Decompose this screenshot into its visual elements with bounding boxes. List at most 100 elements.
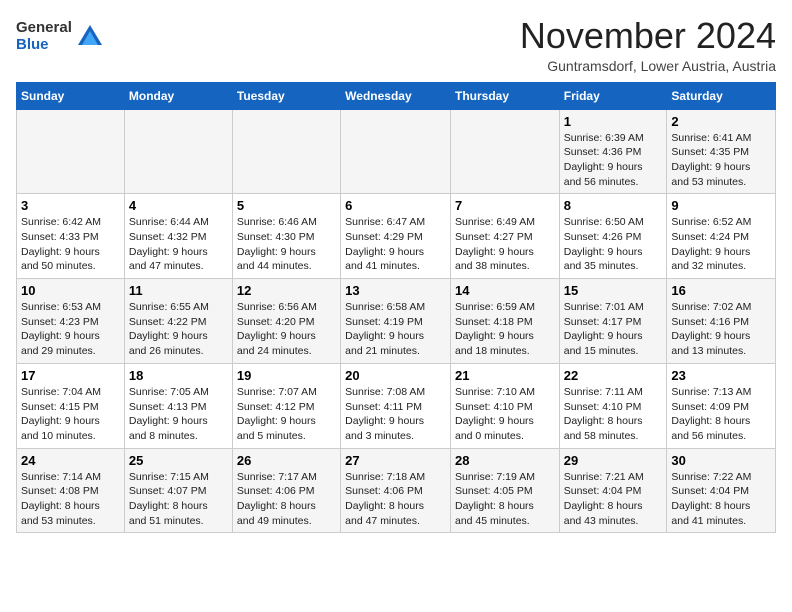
day-info: Sunrise: 7:18 AM Sunset: 4:06 PM Dayligh… (345, 470, 446, 529)
day-info: Sunrise: 7:17 AM Sunset: 4:06 PM Dayligh… (237, 470, 336, 529)
calendar-cell: 15 Sunrise: 7:01 AM Sunset: 4:17 PM Dayli… (559, 279, 667, 364)
day-number: 6 (345, 198, 446, 213)
calendar-cell: 1Sunrise: 6:39 AM Sunset: 4:36 PM Daylig… (559, 109, 667, 194)
logo-blue: Blue (16, 37, 72, 54)
calendar-cell: 14 Sunrise: 6:59 AM Sunset: 4:18 PM Dayli… (450, 279, 559, 364)
logo-icon (76, 23, 104, 51)
day-info: Sunrise: 7:19 AM Sunset: 4:05 PM Dayligh… (455, 470, 555, 529)
calendar-cell: 6 Sunrise: 6:47 AM Sunset: 4:29 PM Daylig… (341, 194, 451, 279)
calendar-cell: 2 Sunrise: 6:41 AM Sunset: 4:35 PM Daylig… (667, 109, 776, 194)
day-number: 22 (564, 368, 663, 383)
calendar-cell (232, 109, 340, 194)
calendar-cell: 20 Sunrise: 7:08 AM Sunset: 4:11 PM Dayli… (341, 363, 451, 448)
day-number: 2 (671, 114, 771, 129)
calendar-cell: 5Sunrise: 6:46 AM Sunset: 4:30 PM Daylig… (232, 194, 340, 279)
calendar-cell: 4Sunrise: 6:44 AM Sunset: 4:32 PM Daylig… (124, 194, 232, 279)
calendar-week-row: 24Sunrise: 7:14 AM Sunset: 4:08 PM Dayli… (17, 448, 776, 533)
calendar-cell: 27 Sunrise: 7:18 AM Sunset: 4:06 PM Dayli… (341, 448, 451, 533)
weekday-header: Friday (559, 82, 667, 109)
day-number: 7 (455, 198, 555, 213)
calendar-cell: 12Sunrise: 6:56 AM Sunset: 4:20 PM Dayli… (232, 279, 340, 364)
calendar-week-row: 17 Sunrise: 7:04 AM Sunset: 4:15 PM Dayli… (17, 363, 776, 448)
day-number: 15 (564, 283, 663, 298)
calendar-cell: 17 Sunrise: 7:04 AM Sunset: 4:15 PM Dayli… (17, 363, 125, 448)
day-info: Sunrise: 6:59 AM Sunset: 4:18 PM Dayligh… (455, 300, 555, 359)
calendar-cell: 7 Sunrise: 6:49 AM Sunset: 4:27 PM Daylig… (450, 194, 559, 279)
day-number: 8 (564, 198, 663, 213)
day-info: Sunrise: 6:58 AM Sunset: 4:19 PM Dayligh… (345, 300, 446, 359)
calendar-week-row: 10 Sunrise: 6:53 AM Sunset: 4:23 PM Dayli… (17, 279, 776, 364)
day-info: Sunrise: 7:15 AM Sunset: 4:07 PM Dayligh… (129, 470, 228, 529)
day-info: Sunrise: 7:08 AM Sunset: 4:11 PM Dayligh… (345, 385, 446, 444)
day-info: Sunrise: 6:50 AM Sunset: 4:26 PM Dayligh… (564, 215, 663, 274)
calendar-cell: 8 Sunrise: 6:50 AM Sunset: 4:26 PM Daylig… (559, 194, 667, 279)
day-info: Sunrise: 6:49 AM Sunset: 4:27 PM Dayligh… (455, 215, 555, 274)
calendar-cell: 11 Sunrise: 6:55 AM Sunset: 4:22 PM Dayli… (124, 279, 232, 364)
calendar-cell: 19 Sunrise: 7:07 AM Sunset: 4:12 PM Dayli… (232, 363, 340, 448)
day-info: Sunrise: 7:04 AM Sunset: 4:15 PM Dayligh… (21, 385, 120, 444)
weekday-header: Saturday (667, 82, 776, 109)
logo-text: General Blue (16, 20, 72, 53)
day-number: 18 (129, 368, 228, 383)
day-info: Sunrise: 6:44 AM Sunset: 4:32 PM Dayligh… (129, 215, 228, 274)
day-number: 1 (564, 114, 663, 129)
header: General Blue November 2024 Guntramsdorf,… (16, 16, 776, 74)
day-number: 9 (671, 198, 771, 213)
calendar-cell (450, 109, 559, 194)
calendar-cell: 21Sunrise: 7:10 AM Sunset: 4:10 PM Dayli… (450, 363, 559, 448)
calendar-cell: 25 Sunrise: 7:15 AM Sunset: 4:07 PM Dayli… (124, 448, 232, 533)
calendar-week-row: 1Sunrise: 6:39 AM Sunset: 4:36 PM Daylig… (17, 109, 776, 194)
day-number: 30 (671, 453, 771, 468)
day-info: Sunrise: 6:42 AM Sunset: 4:33 PM Dayligh… (21, 215, 120, 274)
calendar-cell (17, 109, 125, 194)
calendar-week-row: 3 Sunrise: 6:42 AM Sunset: 4:33 PM Daylig… (17, 194, 776, 279)
day-info: Sunrise: 6:56 AM Sunset: 4:20 PM Dayligh… (237, 300, 336, 359)
logo: General Blue (16, 20, 104, 53)
calendar-cell: 26Sunrise: 7:17 AM Sunset: 4:06 PM Dayli… (232, 448, 340, 533)
weekday-header: Wednesday (341, 82, 451, 109)
day-number: 10 (21, 283, 120, 298)
calendar-cell: 24Sunrise: 7:14 AM Sunset: 4:08 PM Dayli… (17, 448, 125, 533)
day-info: Sunrise: 7:21 AM Sunset: 4:04 PM Dayligh… (564, 470, 663, 529)
calendar-cell: 28 Sunrise: 7:19 AM Sunset: 4:05 PM Dayli… (450, 448, 559, 533)
weekday-header: Sunday (17, 82, 125, 109)
weekday-header: Thursday (450, 82, 559, 109)
weekday-header: Tuesday (232, 82, 340, 109)
day-info: Sunrise: 6:47 AM Sunset: 4:29 PM Dayligh… (345, 215, 446, 274)
day-info: Sunrise: 7:01 AM Sunset: 4:17 PM Dayligh… (564, 300, 663, 359)
day-info: Sunrise: 7:07 AM Sunset: 4:12 PM Dayligh… (237, 385, 336, 444)
day-info: Sunrise: 6:52 AM Sunset: 4:24 PM Dayligh… (671, 215, 771, 274)
calendar-cell: 13 Sunrise: 6:58 AM Sunset: 4:19 PM Dayli… (341, 279, 451, 364)
day-number: 5 (237, 198, 336, 213)
calendar-cell: 23 Sunrise: 7:13 AM Sunset: 4:09 PM Dayli… (667, 363, 776, 448)
title-area: November 2024 Guntramsdorf, Lower Austri… (520, 16, 776, 74)
day-info: Sunrise: 7:13 AM Sunset: 4:09 PM Dayligh… (671, 385, 771, 444)
day-number: 16 (671, 283, 771, 298)
day-number: 3 (21, 198, 120, 213)
calendar-cell: 30 Sunrise: 7:22 AM Sunset: 4:04 PM Dayli… (667, 448, 776, 533)
calendar-cell: 29 Sunrise: 7:21 AM Sunset: 4:04 PM Dayli… (559, 448, 667, 533)
day-info: Sunrise: 6:41 AM Sunset: 4:35 PM Dayligh… (671, 131, 771, 190)
day-number: 23 (671, 368, 771, 383)
day-number: 29 (564, 453, 663, 468)
day-info: Sunrise: 7:02 AM Sunset: 4:16 PM Dayligh… (671, 300, 771, 359)
calendar: SundayMondayTuesdayWednesdayThursdayFrid… (16, 82, 776, 534)
day-number: 24 (21, 453, 120, 468)
day-number: 11 (129, 283, 228, 298)
day-number: 25 (129, 453, 228, 468)
subtitle: Guntramsdorf, Lower Austria, Austria (520, 58, 776, 74)
day-info: Sunrise: 7:22 AM Sunset: 4:04 PM Dayligh… (671, 470, 771, 529)
day-info: Sunrise: 7:05 AM Sunset: 4:13 PM Dayligh… (129, 385, 228, 444)
calendar-cell (124, 109, 232, 194)
logo-general: General (16, 20, 72, 37)
day-number: 13 (345, 283, 446, 298)
day-number: 21 (455, 368, 555, 383)
day-number: 14 (455, 283, 555, 298)
day-number: 27 (345, 453, 446, 468)
day-number: 17 (21, 368, 120, 383)
day-number: 19 (237, 368, 336, 383)
day-info: Sunrise: 6:55 AM Sunset: 4:22 PM Dayligh… (129, 300, 228, 359)
day-number: 20 (345, 368, 446, 383)
day-info: Sunrise: 6:53 AM Sunset: 4:23 PM Dayligh… (21, 300, 120, 359)
day-number: 28 (455, 453, 555, 468)
